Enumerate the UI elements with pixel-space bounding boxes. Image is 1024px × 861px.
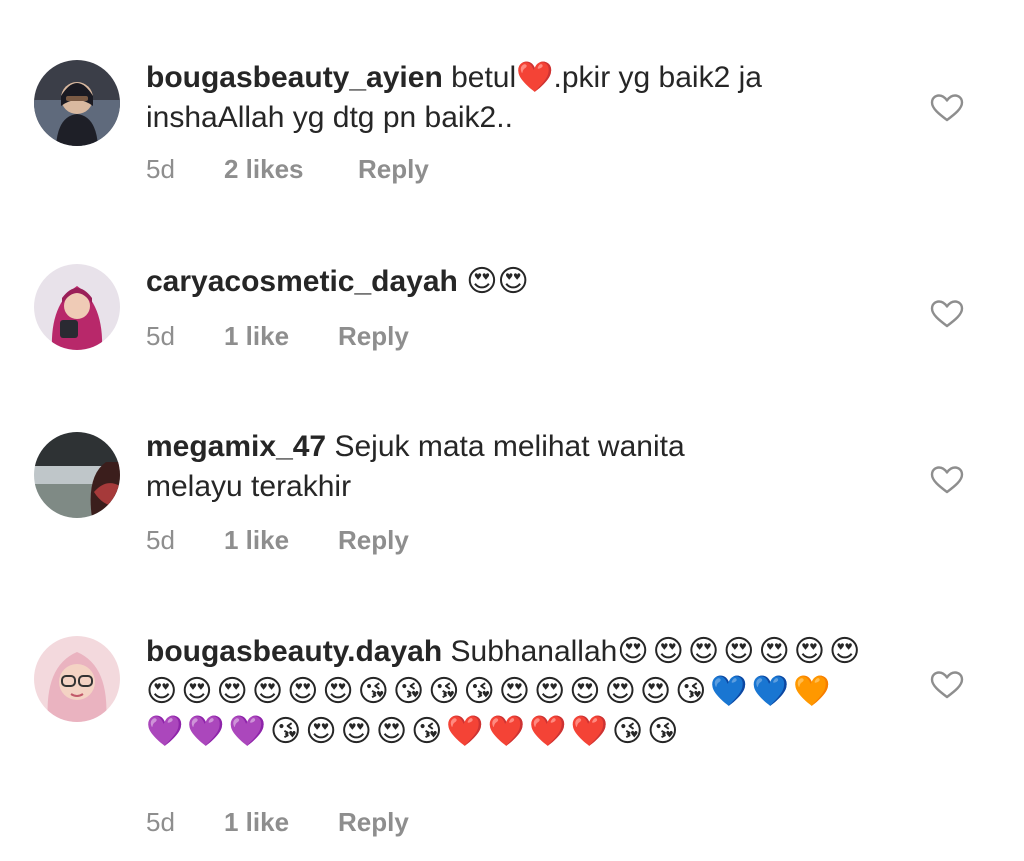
likes-count[interactable]: 1 like <box>224 806 289 838</box>
comment-text: megamix_47 Sejuk mata melihat wanita mel… <box>146 427 786 507</box>
timestamp: 5d <box>146 154 175 184</box>
avatar-image <box>34 264 120 350</box>
comment-body: caryacosmetic_dayah 😍😍 <box>146 262 886 302</box>
avatar[interactable] <box>34 60 120 146</box>
heart-outline-icon[interactable] <box>930 299 964 329</box>
avatar-image <box>34 432 120 518</box>
username-link[interactable]: bougasbeauty_ayien <box>146 61 443 94</box>
heart-outline-icon[interactable] <box>930 465 964 495</box>
emoji-run: ❤️ <box>516 61 554 94</box>
likes-count[interactable]: 1 like <box>224 320 289 352</box>
comment-body: megamix_47 Sejuk mata melihat wanita mel… <box>146 427 886 507</box>
emoji-run: 😍😍 <box>466 265 529 298</box>
timestamp: 5d <box>146 525 175 555</box>
username-link[interactable]: caryacosmetic_dayah <box>146 265 458 298</box>
username-link[interactable]: megamix_47 <box>146 430 326 463</box>
comment-text: bougasbeauty_ayien betul❤️.pkir yg baik2… <box>146 58 886 138</box>
comment-body: bougasbeauty_ayien betul❤️.pkir yg baik2… <box>146 58 886 138</box>
timestamp: 5d <box>146 321 175 351</box>
reply-button[interactable]: Reply <box>338 806 409 838</box>
username-link[interactable]: bougasbeauty.dayah <box>146 635 442 668</box>
comment-text: bougasbeauty.dayah Subhanallah😍😍😍😍😍😍😍😍😍😍… <box>146 632 866 752</box>
comment-content: Subhanallah <box>442 635 618 668</box>
reply-button[interactable]: Reply <box>338 320 409 352</box>
comment-content: betul <box>442 61 517 94</box>
reply-button[interactable]: Reply <box>358 153 429 185</box>
avatar[interactable] <box>34 264 120 350</box>
likes-count[interactable]: 1 like <box>224 524 289 556</box>
avatar[interactable] <box>34 636 120 722</box>
likes-count[interactable]: 2 likes <box>224 153 304 185</box>
comment-text: caryacosmetic_dayah 😍😍 <box>146 262 886 302</box>
avatar-image <box>34 636 120 722</box>
comment-body: bougasbeauty.dayah Subhanallah😍😍😍😍😍😍😍😍😍😍… <box>146 632 886 752</box>
heart-outline-icon[interactable] <box>930 670 964 700</box>
comment-content <box>458 265 466 298</box>
reply-button[interactable]: Reply <box>338 524 409 556</box>
avatar[interactable] <box>34 432 120 518</box>
avatar-image <box>34 60 120 146</box>
timestamp: 5d <box>146 807 175 837</box>
heart-outline-icon[interactable] <box>930 93 964 123</box>
